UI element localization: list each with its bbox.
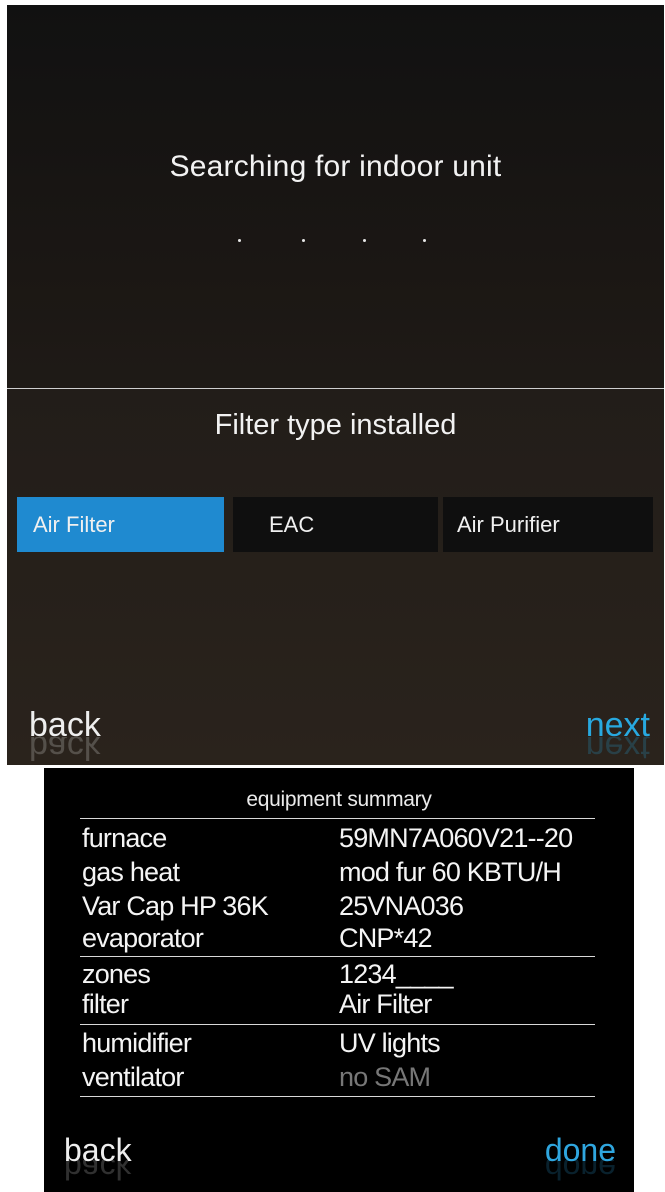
row-label: zones	[82, 959, 151, 989]
filter-panel: Filter type installed Air Filter EAC Air…	[7, 389, 664, 765]
row-value: 1234____	[339, 959, 454, 989]
equipment-summary-screen: equipment summary furnace 59MN7A060V21--…	[44, 768, 634, 1192]
divider	[80, 1024, 595, 1025]
done-button-reflection: done	[544, 1160, 616, 1186]
row-value: 59MN7A060V21--20	[339, 823, 573, 853]
row-label: evaporator	[82, 923, 204, 953]
row-value: no SAM	[339, 1062, 431, 1092]
filter-option-label: Air Filter	[33, 512, 115, 537]
summary-row-gas-heat: gas heat mod fur 60 KBTU/H	[82, 857, 602, 887]
summary-row-ventilator: ventilator no SAM	[82, 1062, 602, 1092]
filter-option-eac[interactable]: EAC	[233, 497, 438, 552]
divider	[80, 818, 595, 819]
filter-title: Filter type installed	[214, 409, 457, 441]
filter-option-air-purifier[interactable]: Air Purifier	[443, 497, 653, 552]
divider	[80, 1096, 595, 1097]
row-label: gas heat	[82, 857, 180, 887]
row-value: 25VNA036	[339, 891, 464, 921]
row-value: UV lights	[339, 1028, 441, 1058]
filter-option-air-filter[interactable]: Air Filter	[17, 497, 224, 552]
summary-row-zones: zones 1234____	[82, 959, 602, 989]
row-label: ventilator	[82, 1062, 184, 1092]
search-panel: Searching for indoor unit	[7, 5, 664, 388]
summary-row-evaporator: evaporator CNP*42	[82, 923, 602, 953]
row-label: humidifier	[82, 1028, 192, 1058]
filter-option-label: EAC	[269, 512, 315, 537]
row-value: Air Filter	[339, 989, 432, 1019]
progress-dot	[238, 239, 241, 242]
progress-dot	[423, 239, 426, 242]
progress-dot	[302, 239, 305, 242]
row-value: CNP*42	[339, 923, 433, 953]
row-label: Var Cap HP 36K	[82, 891, 269, 921]
summary-row-var-cap-hp: Var Cap HP 36K 25VNA036	[82, 891, 602, 921]
filter-option-label: Air Purifier	[457, 512, 560, 537]
summary-row-furnace: furnace 59MN7A060V21--20	[82, 823, 602, 853]
row-value: mod fur 60 KBTU/H	[339, 857, 562, 887]
filter-setup-screen: Searching for indoor unit Filter type in…	[7, 5, 664, 765]
divider	[80, 956, 595, 957]
progress-dot	[363, 239, 366, 242]
row-label: filter	[82, 989, 129, 1019]
row-label: furnace	[82, 823, 167, 853]
summary-row-humidifier: humidifier UV lights	[82, 1028, 602, 1058]
back-button-reflection: back	[64, 1160, 132, 1186]
search-title: Searching for indoor unit	[169, 150, 502, 183]
summary-title: equipment summary	[246, 788, 432, 811]
back-button-reflection: back	[29, 737, 101, 765]
summary-row-filter: filter Air Filter	[82, 989, 602, 1019]
next-button-reflection: next	[585, 737, 650, 765]
